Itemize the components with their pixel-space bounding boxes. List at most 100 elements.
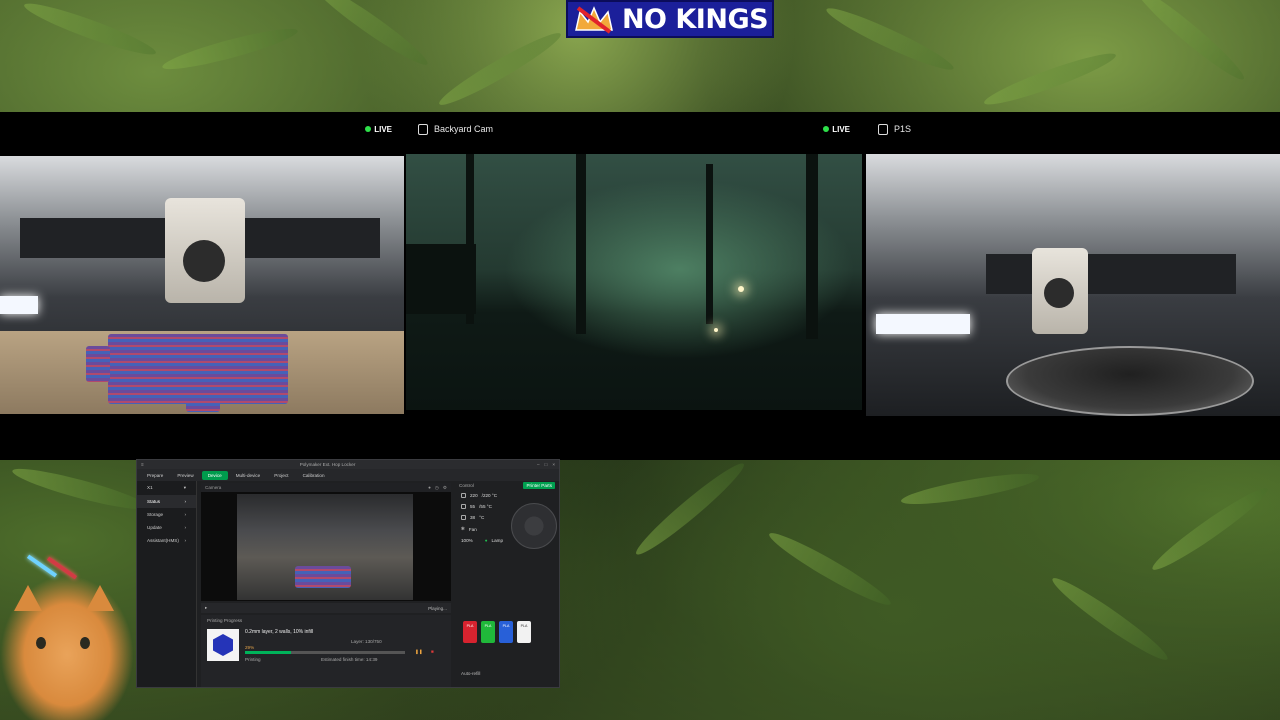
- studio-camera-image: [237, 494, 413, 600]
- job-thumbnail: [207, 629, 239, 661]
- camera-label: Camera: [205, 485, 222, 490]
- temp-target: /220 °C: [481, 493, 498, 498]
- nozzle-icon: [461, 493, 466, 498]
- camera-icon: [418, 123, 428, 135]
- maximize-icon[interactable]: □: [545, 462, 548, 467]
- tree: [576, 154, 586, 334]
- hexagon-model-icon: [213, 634, 233, 656]
- live-label: LIVE: [374, 124, 392, 134]
- progress-section-title: Printing Progress: [207, 618, 243, 623]
- lamp-icon[interactable]: ●: [485, 538, 488, 543]
- chevron-down-icon: ▾: [183, 485, 186, 490]
- camera-icon: [878, 123, 888, 135]
- device-main-panel: Camera ● ◷ ⚙ ▸ Playing... Printing Progr…: [201, 481, 451, 687]
- playback-row: ▸ Playing...: [201, 603, 451, 613]
- printing-progress-panel: Printing Progress 0.2mm layer, 2 walls, …: [201, 615, 451, 687]
- tab-prepare[interactable]: Prepare: [141, 471, 169, 480]
- sidebar-item-assistant[interactable]: Assistant(HMS) ›: [137, 534, 196, 547]
- play-icon[interactable]: ▸: [205, 605, 207, 611]
- progress-bar: [245, 651, 405, 654]
- auto-refill-button[interactable]: Auto-refill: [461, 671, 480, 676]
- control-label: Control: [459, 483, 474, 488]
- record-icon[interactable]: ●: [428, 485, 431, 490]
- printer-name: X1: [147, 485, 153, 490]
- studio-camera-view: Camera ● ◷ ⚙: [201, 483, 451, 601]
- fan-icon: ✻: [461, 526, 465, 531]
- printed-object: [295, 566, 351, 588]
- print-status: Printing: [245, 657, 261, 662]
- settings-icon[interactable]: ⚙: [443, 485, 447, 491]
- fan-value: 100%: [461, 538, 473, 543]
- chevron-right-icon: ›: [184, 512, 186, 517]
- temp-target: /55 °C: [479, 504, 492, 509]
- tab-multi-device[interactable]: Multi-device: [230, 471, 267, 480]
- print-head: [165, 198, 245, 303]
- printer-parts-button[interactable]: Printer Parts: [523, 482, 555, 489]
- control-panel: Control Printer Parts 220 /220 °C 55 /55…: [455, 481, 559, 687]
- bed-icon: [461, 504, 466, 509]
- sidebar-item-label: Assistant(HMS): [147, 538, 179, 543]
- printed-bowl: [1006, 346, 1254, 416]
- camera-strip: LIVE Backyard Cam LIVE P1S: [0, 112, 1280, 460]
- tab-project[interactable]: Project: [268, 471, 294, 480]
- window-title: Polymaker Ext. Hop Locker: [299, 462, 356, 467]
- ams-slot[interactable]: PLA: [463, 621, 477, 643]
- device-sidebar: X1 ▾ Status › Storage › Update › Assista…: [137, 481, 197, 687]
- tree: [706, 164, 713, 324]
- nozzle-temp[interactable]: 220 /220 °C: [455, 490, 559, 501]
- window-titlebar: ≡ Polymaker Ext. Hop Locker – □ ×: [137, 460, 559, 469]
- pause-icon[interactable]: ❚❚: [415, 649, 423, 655]
- sidebar-item-label: Update: [147, 525, 162, 530]
- temp-value: 55: [470, 504, 476, 509]
- ams-slot[interactable]: PLA: [481, 621, 495, 643]
- job-name: 0.2mm layer, 2 walls, 10% infill: [245, 629, 314, 635]
- banner-text: NO KINGS: [621, 3, 769, 35]
- sidebar-item-status[interactable]: Status ›: [137, 495, 196, 508]
- temp-value: 220: [470, 493, 478, 498]
- camera-lens-icon: [1044, 278, 1074, 308]
- layer-info: Layer: 130/750: [351, 639, 382, 644]
- stop-icon[interactable]: ■: [431, 649, 434, 654]
- crown-icon: [572, 4, 616, 34]
- live-indicator: LIVE: [823, 125, 850, 134]
- cat-overlay: [0, 554, 134, 720]
- lamp-label: Lamp: [491, 538, 504, 543]
- live-indicator: LIVE: [365, 125, 392, 134]
- camera-panel-printer-1: LIVE: [0, 112, 404, 460]
- tab-preview[interactable]: Preview: [171, 471, 199, 480]
- timelapse-icon[interactable]: ◷: [435, 485, 439, 491]
- playing-label: Playing...: [428, 605, 447, 611]
- chamber-light: [876, 314, 970, 334]
- camera-toolbar: Camera ● ◷ ⚙: [201, 483, 451, 492]
- sidebar-item-storage[interactable]: Storage ›: [137, 508, 196, 521]
- ams-slot[interactable]: PLA: [517, 621, 531, 643]
- camera-panel-backyard: Backyard Cam LIVE: [406, 112, 862, 460]
- sidebar-item-update[interactable]: Update ›: [137, 521, 196, 534]
- temp-value: 38: [470, 515, 476, 520]
- cat-ear: [86, 585, 114, 611]
- printer-camera-feed: [0, 156, 404, 414]
- chevron-right-icon: ›: [184, 525, 186, 530]
- camera-header: Backyard Cam LIVE: [406, 112, 862, 146]
- camera-lens-icon: [183, 240, 225, 282]
- sidebar-item-label: Status: [147, 499, 161, 504]
- tab-device[interactable]: Device: [201, 470, 228, 480]
- cat-ear: [14, 585, 42, 611]
- minimize-icon[interactable]: –: [537, 462, 540, 467]
- camera-panel-p1s: P1S: [866, 112, 1280, 460]
- chamber-light: [0, 296, 38, 314]
- axis-control-pad[interactable]: [511, 503, 557, 549]
- porch-light: [714, 328, 718, 332]
- progress-percent: 29%: [245, 645, 255, 650]
- print-head: [1032, 248, 1088, 334]
- cat-eye: [80, 637, 90, 649]
- red-lightsaber-icon: [46, 556, 78, 580]
- printed-post: [186, 374, 220, 412]
- printer-selector[interactable]: X1 ▾: [137, 481, 196, 495]
- finish-time: Estimated finish time: 14:39: [321, 657, 378, 662]
- tab-calibration[interactable]: Calibration: [297, 471, 331, 480]
- cat-eye: [36, 637, 46, 649]
- ams-slot[interactable]: PLA: [499, 621, 513, 643]
- close-icon[interactable]: ×: [552, 462, 555, 467]
- app-menu-icon[interactable]: ≡: [141, 462, 144, 467]
